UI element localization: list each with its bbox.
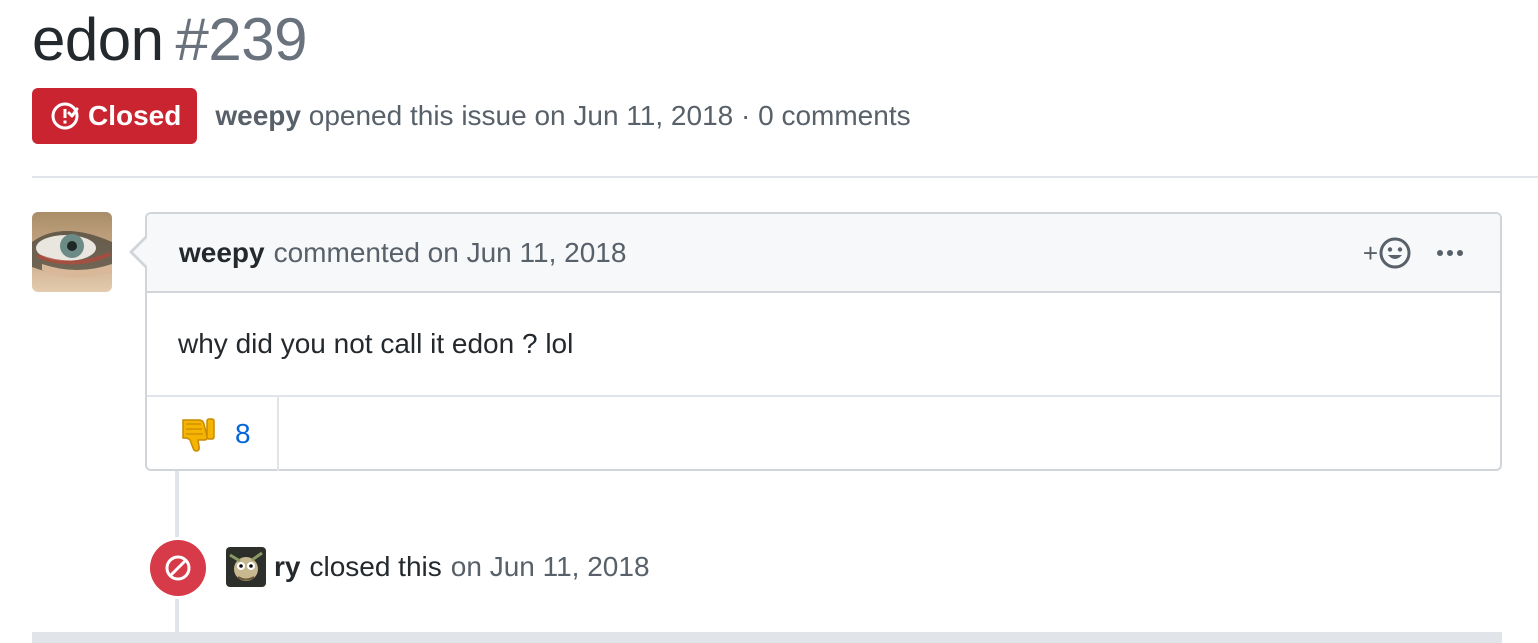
comment-header: weepy commented on Jun 11, 2018 + [147,214,1500,293]
state-badge: Closed [32,88,198,144]
comment-box: weepy commented on Jun 11, 2018 + why di… [129,212,1502,471]
comment-author-link[interactable]: weepy [179,237,265,269]
circle-slash-icon [165,555,191,581]
event-actor-link[interactable]: ry [274,551,300,583]
issue-meta-text: weepy opened this issue on Jun 11, 2018 … [215,100,910,132]
kebab-horizontal-icon [1437,250,1463,256]
issue-meta-suffix: opened this issue on Jun 11, 2018 · 0 co… [308,100,911,131]
comment-body: why did you not call it edon ? lol [147,293,1500,397]
thumbs-down-icon [182,418,215,452]
comment-actions: + [1363,236,1464,270]
issue-title: edon #239 [32,2,307,78]
issue-title-text: edon [32,6,164,73]
closed-event-badge [150,540,206,596]
issue-meta: Closed weepy opened this issue on Jun 11… [32,88,911,144]
avatar-eye-image [32,212,112,292]
comment-timestamp[interactable]: commented on Jun 11, 2018 [274,237,627,269]
commenter-avatar[interactable] [32,212,112,292]
add-reaction-button[interactable]: + [1363,236,1412,270]
reaction-count: 8 [235,418,251,449]
comment-arrow-inner [133,238,147,266]
closed-event: ry closed this on Jun 11, 2018 [226,546,650,588]
reactions-bar: 8 [147,397,1500,471]
issue-author-link[interactable]: weepy [215,100,301,131]
add-reaction-plus: + [1362,237,1378,268]
event-timestamp[interactable]: on Jun 11, 2018 [451,551,650,583]
actor-avatar-image [226,547,266,587]
issue-page: edon #239 Closed weepy opened this issue … [0,0,1538,643]
reaction-thumbs-down[interactable]: 8 [147,397,279,471]
comment-body-text: why did you not call it edon ? lol [178,328,574,359]
issue-closed-icon [51,102,79,130]
timeline-bottom-divider [32,632,1502,643]
actor-avatar[interactable] [226,547,266,587]
comment-options-button[interactable] [1436,236,1464,270]
issue-number: #239 [175,6,307,73]
event-action: closed this [309,551,442,582]
header-divider [32,176,1538,178]
smiley-icon [1379,237,1411,269]
state-badge-label: Closed [88,100,182,131]
